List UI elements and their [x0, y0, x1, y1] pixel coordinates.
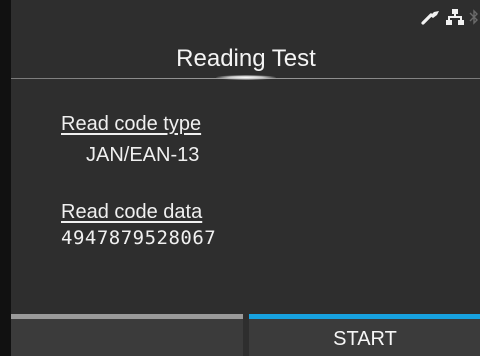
read-code-type-value: JAN/EAN-13 — [86, 144, 200, 166]
page-title: Reading Test — [176, 45, 316, 72]
softkey-left[interactable] — [11, 314, 243, 356]
start-button-label: START — [333, 328, 397, 350]
read-code-data-label: Read code data — [61, 201, 203, 223]
status-bar — [421, 8, 479, 26]
title-divider-highlight — [216, 75, 276, 80]
display-screen: Reading Test Read code type JAN/EAN-13 R… — [11, 0, 480, 356]
network-icon — [446, 9, 464, 25]
read-code-type-label: Read code type — [61, 113, 202, 135]
bluetooth-icon — [469, 9, 479, 25]
wrench-icon — [421, 9, 441, 25]
read-code-data-value: 4947879528067 — [61, 227, 217, 249]
softkey-bar: START — [11, 314, 480, 356]
start-button[interactable]: START — [249, 314, 480, 356]
start-button-indicator — [249, 314, 480, 319]
softkey-left-indicator — [11, 314, 243, 319]
